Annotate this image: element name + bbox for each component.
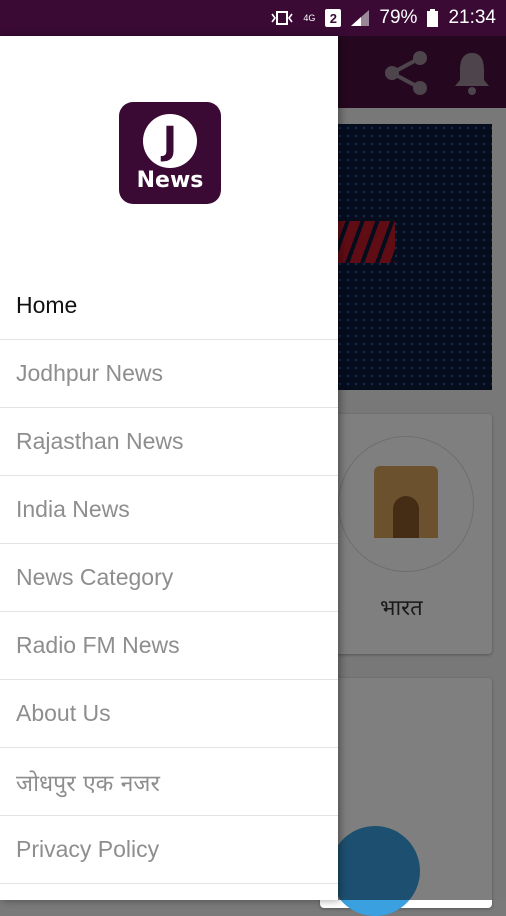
app-logo: J News bbox=[119, 102, 221, 204]
menu-item-home[interactable]: Home bbox=[0, 272, 338, 340]
menu-item-radio-fm-news[interactable]: Radio FM News bbox=[0, 612, 338, 680]
logo-text: News bbox=[136, 168, 204, 193]
menu-item-about-us[interactable]: About Us bbox=[0, 680, 338, 748]
battery-percent: 79% bbox=[379, 7, 418, 28]
status-bar: 4G 2 79% 21:34 bbox=[0, 0, 506, 36]
signal-icon bbox=[351, 10, 370, 26]
menu-item-privacy-policy[interactable]: Privacy Policy bbox=[0, 816, 338, 884]
menu-item-jodhpur-ek-nazar[interactable]: जोधपुर एक नजर bbox=[0, 748, 338, 816]
clock: 21:34 bbox=[448, 7, 496, 28]
menu-item-rajasthan-news[interactable]: Rajasthan News bbox=[0, 408, 338, 476]
drawer-menu: Home Jodhpur News Rajasthan News India N… bbox=[0, 272, 338, 884]
menu-item-india-news[interactable]: India News bbox=[0, 476, 338, 544]
menu-item-jodhpur-news[interactable]: Jodhpur News bbox=[0, 340, 338, 408]
vibrate-icon bbox=[271, 10, 294, 26]
menu-item-news-category[interactable]: News Category bbox=[0, 544, 338, 612]
logo-letter: J bbox=[143, 114, 197, 168]
sim-badge: 2 bbox=[325, 9, 342, 27]
network-type-label: 4G bbox=[303, 12, 316, 23]
navigation-drawer: J News Home Jodhpur News Rajasthan News … bbox=[0, 36, 338, 900]
battery-icon bbox=[427, 9, 439, 27]
